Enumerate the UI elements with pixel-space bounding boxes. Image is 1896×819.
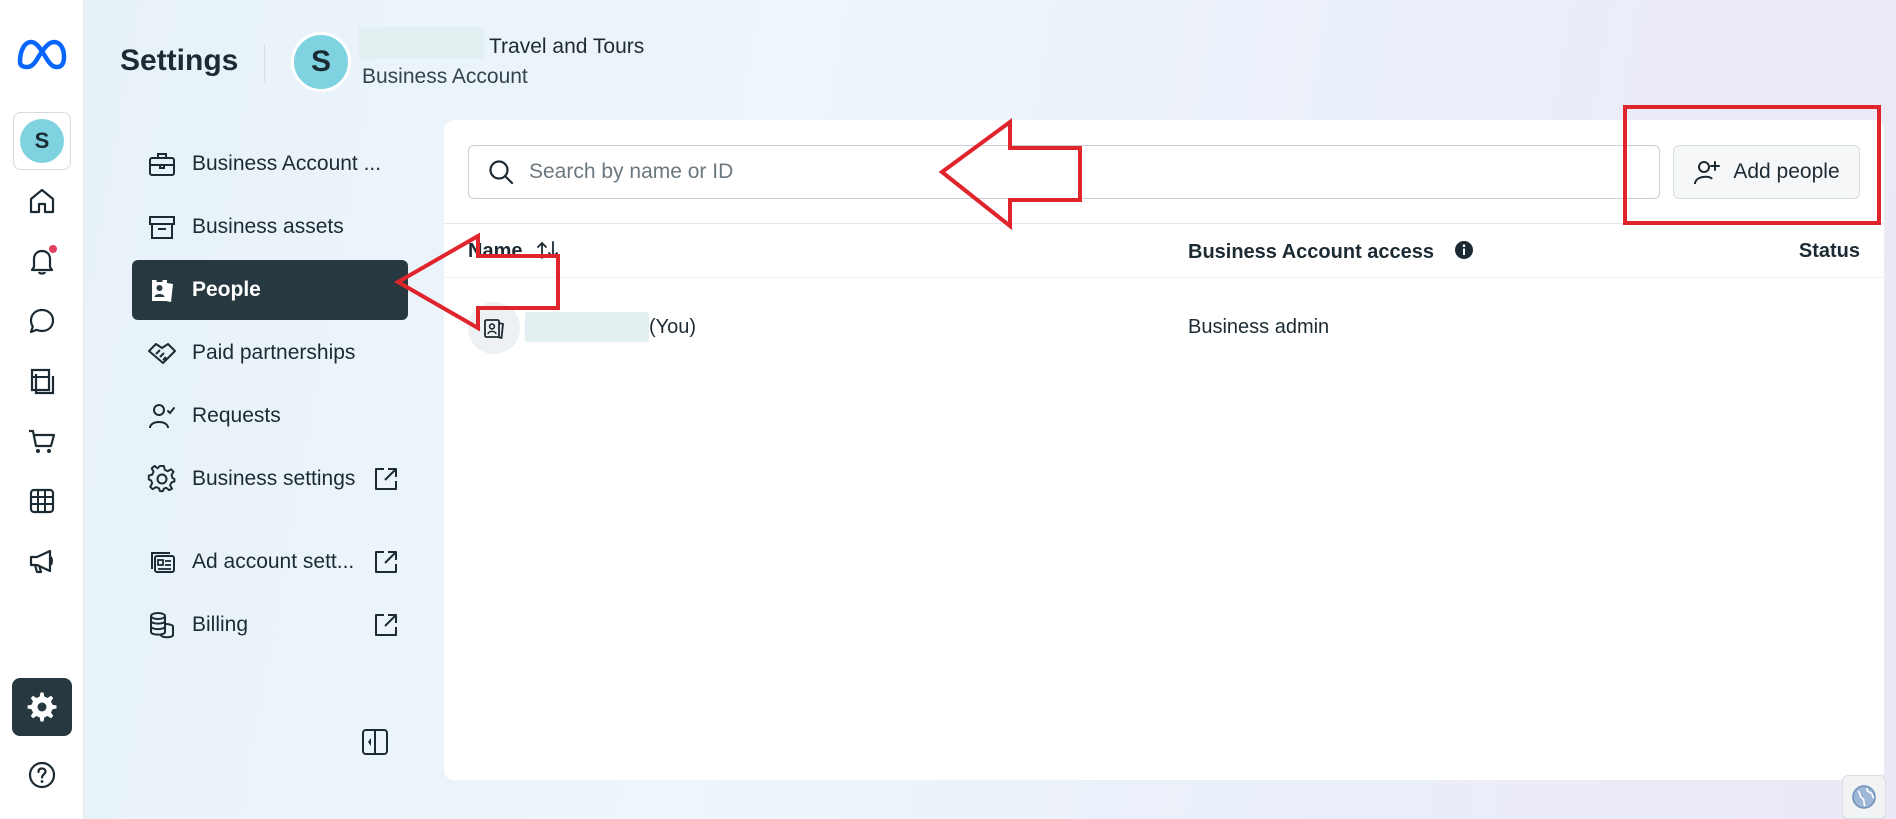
external-link-icon — [375, 468, 397, 490]
left-rail: S — [0, 0, 84, 819]
person-avatar — [468, 302, 520, 354]
handshake-icon — [148, 343, 176, 364]
content-button[interactable] — [12, 352, 72, 410]
gear-outline-icon — [147, 464, 176, 493]
gear-icon — [27, 692, 57, 722]
you-label: (You) — [649, 316, 697, 338]
search-box[interactable] — [468, 145, 1660, 199]
nav-label: Ad account sett... — [192, 550, 355, 573]
search-icon — [489, 160, 514, 185]
nav-item-business-account[interactable]: Business Account ... — [132, 134, 408, 194]
table-header-divider — [444, 277, 1884, 278]
account-avatar: S — [20, 119, 64, 163]
search-input[interactable] — [529, 160, 1629, 184]
nav-item-ad-account-settings[interactable]: Ad account sett... — [132, 532, 408, 592]
add-people-label: Add people — [1733, 160, 1840, 183]
business-type: Business Account — [362, 65, 528, 88]
briefcase-icon — [149, 153, 175, 176]
access-cell: Business admin — [1188, 316, 1330, 338]
add-person-icon — [1694, 161, 1721, 185]
person-check-icon — [149, 404, 175, 429]
people-badge-icon — [152, 279, 173, 302]
language-globe-button[interactable] — [1842, 775, 1886, 819]
nav-label: People — [192, 278, 261, 301]
nav-label: Requests — [192, 404, 281, 427]
globe-icon — [1852, 785, 1876, 809]
people-panel: Add people Name Business Account access … — [444, 120, 1884, 780]
external-link-icon — [375, 551, 397, 573]
collapse-sidebar-icon[interactable] — [360, 727, 390, 757]
home-button[interactable] — [12, 172, 72, 230]
account-switcher[interactable]: S — [13, 112, 71, 170]
commerce-button[interactable] — [12, 412, 72, 470]
nav-label: Billing — [192, 613, 249, 636]
add-people-button[interactable]: Add people — [1673, 145, 1860, 199]
megaphone-icon — [29, 549, 53, 574]
meta-logo-icon[interactable] — [16, 36, 68, 72]
table-icon — [29, 488, 55, 514]
page-title: Settings — [120, 44, 239, 77]
nav-item-paid-partnerships[interactable]: Paid partnerships — [132, 323, 408, 383]
nav-item-people[interactable]: People — [132, 260, 408, 320]
ads-button[interactable] — [12, 532, 72, 590]
nav-item-business-settings[interactable]: Business settings — [132, 449, 408, 509]
coins-icon — [150, 612, 174, 639]
notifications-button[interactable] — [12, 232, 72, 290]
column-header-name[interactable]: Name — [468, 240, 560, 263]
header-divider — [264, 44, 265, 82]
insights-button[interactable] — [12, 472, 72, 530]
external-link-icon — [375, 614, 397, 636]
table-divider — [444, 223, 1884, 224]
nav-label: Business Account ... — [192, 152, 382, 175]
nav-label: Paid partnerships — [192, 341, 356, 364]
notification-dot — [49, 245, 57, 253]
settings-button[interactable] — [12, 678, 72, 736]
nav-item-requests[interactable]: Requests — [132, 386, 408, 446]
help-icon — [28, 761, 56, 789]
business-name: Travel and Tours — [489, 35, 645, 58]
nav-label: Business settings — [192, 467, 356, 490]
info-icon[interactable] — [1454, 240, 1474, 260]
sort-icon[interactable] — [536, 240, 560, 260]
redacted-business-name — [358, 27, 484, 59]
cart-icon — [29, 429, 56, 453]
nav-item-business-assets[interactable]: Business assets — [132, 197, 408, 257]
help-button[interactable] — [12, 746, 72, 804]
business-avatar: S — [291, 32, 351, 92]
chat-icon — [29, 308, 55, 334]
nav-item-billing[interactable]: Billing — [132, 595, 408, 655]
nav-label: Business assets — [192, 215, 344, 238]
column-header-status: Status — [1798, 240, 1860, 262]
archive-box-icon — [149, 216, 175, 239]
people-badge-icon — [484, 319, 504, 340]
home-icon — [29, 188, 55, 214]
pages-icon — [30, 368, 55, 395]
redacted-person-name — [525, 312, 649, 342]
inbox-button[interactable] — [12, 292, 72, 350]
ad-account-icon — [151, 552, 175, 573]
column-header-access: Business Account access — [1188, 240, 1474, 264]
